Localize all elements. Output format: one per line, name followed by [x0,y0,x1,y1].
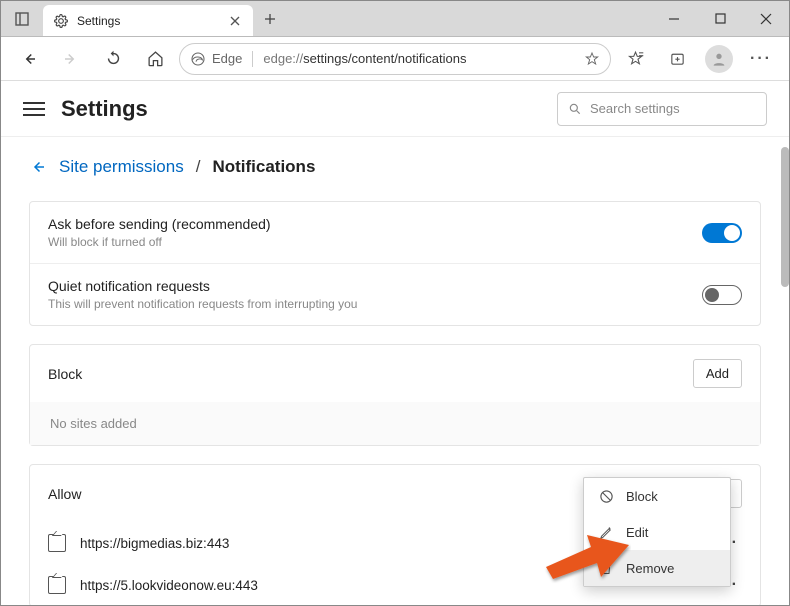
collections-button[interactable] [659,41,695,77]
quiet-requests-sub: This will prevent notification requests … [48,297,702,311]
file-icon [48,576,66,594]
ask-before-sending-toggle[interactable] [702,223,742,243]
ctx-remove-label: Remove [626,561,674,576]
breadcrumb-sep: / [196,157,201,177]
forward-button[interactable] [53,41,89,77]
scrollbar[interactable] [781,147,789,287]
block-empty-text: No sites added [30,402,760,445]
file-icon [48,534,66,552]
block-section: Block Add No sites added [29,344,761,446]
annotation-arrow [541,527,631,587]
browser-toolbar: Edge edge://settings/content/notificatio… [1,37,789,81]
address-bar[interactable]: Edge edge://settings/content/notificatio… [179,43,611,75]
breadcrumb-parent[interactable]: Site permissions [59,157,184,177]
block-add-button[interactable]: Add [693,359,742,388]
quiet-requests-label: Quiet notification requests [48,278,702,294]
close-window-button[interactable] [743,1,789,36]
back-arrow-icon[interactable] [29,158,47,176]
close-icon[interactable] [227,13,243,29]
search-placeholder: Search settings [590,101,680,116]
page-title: Settings [61,96,148,122]
block-title: Block [48,366,693,382]
favorite-star-icon[interactable] [584,51,600,67]
edge-icon [190,51,206,67]
home-button[interactable] [137,41,173,77]
search-input[interactable]: Search settings [557,92,767,126]
minimize-button[interactable] [651,1,697,36]
url-text: edge://settings/content/notifications [263,51,574,66]
menu-icon[interactable] [23,102,45,116]
gear-icon [53,13,69,29]
block-icon [598,488,614,504]
browser-tab[interactable]: Settings [43,5,253,36]
maximize-button[interactable] [697,1,743,36]
refresh-button[interactable] [95,41,131,77]
tab-title: Settings [77,14,219,28]
quiet-requests-toggle[interactable] [702,285,742,305]
addr-badge-label: Edge [212,51,242,66]
menu-button[interactable]: ··· [743,41,779,77]
addr-separator [252,51,253,67]
search-icon [568,102,582,116]
settings-header: Settings Search settings [1,81,789,137]
ctx-block[interactable]: Block [584,478,730,514]
tab-actions-icon[interactable] [1,1,43,36]
ctx-block-label: Block [626,489,658,504]
profile-button[interactable] [701,41,737,77]
edge-badge: Edge [190,51,242,67]
general-settings-card: Ask before sending (recommended) Will bl… [29,201,761,326]
breadcrumb: Site permissions / Notifications [29,157,761,177]
ask-before-sending-sub: Will block if turned off [48,235,702,249]
new-tab-button[interactable] [253,1,287,36]
ask-before-sending-label: Ask before sending (recommended) [48,216,702,232]
back-button[interactable] [11,41,47,77]
window-titlebar: Settings [1,1,789,37]
favorites-button[interactable] [617,41,653,77]
breadcrumb-current: Notifications [212,157,315,177]
